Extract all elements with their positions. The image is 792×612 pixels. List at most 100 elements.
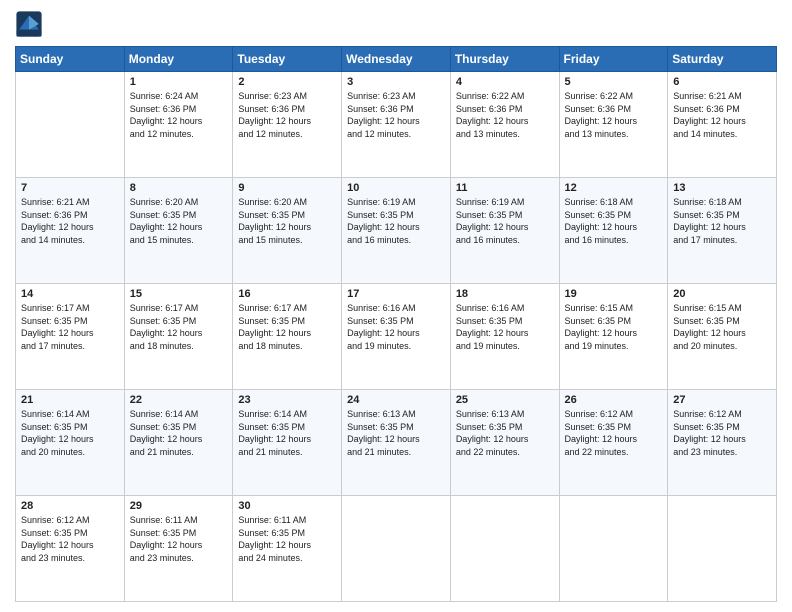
day-info: Sunrise: 6:14 AM Sunset: 6:35 PM Dayligh… xyxy=(21,408,119,458)
day-info: Sunrise: 6:19 AM Sunset: 6:35 PM Dayligh… xyxy=(456,196,554,246)
day-number: 22 xyxy=(130,394,228,406)
weekday-header: SundayMondayTuesdayWednesdayThursdayFrid… xyxy=(16,47,777,72)
day-number: 8 xyxy=(130,182,228,194)
day-cell: 19 Sunrise: 6:15 AM Sunset: 6:35 PM Dayli… xyxy=(559,284,668,390)
day-info: Sunrise: 6:15 AM Sunset: 6:35 PM Dayligh… xyxy=(673,302,771,352)
day-cell: 24Sunrise: 6:13 AM Sunset: 6:35 PM Dayli… xyxy=(342,390,451,496)
day-info: Sunrise: 6:23 AM Sunset: 6:36 PM Dayligh… xyxy=(347,90,445,140)
weekday-monday: Monday xyxy=(124,47,233,72)
day-cell: 18 Sunrise: 6:16 AM Sunset: 6:35 PM Dayli… xyxy=(450,284,559,390)
day-cell: 28 Sunrise: 6:12 AM Sunset: 6:35 PM Dayli… xyxy=(16,496,125,602)
day-cell: 1Sunrise: 6:24 AM Sunset: 6:36 PM Daylig… xyxy=(124,72,233,178)
day-info: Sunrise: 6:11 AM Sunset: 6:35 PM Dayligh… xyxy=(130,514,228,564)
day-info: Sunrise: 6:24 AM Sunset: 6:36 PM Dayligh… xyxy=(130,90,228,140)
day-number: 30 xyxy=(238,500,336,512)
day-cell: 14 Sunrise: 6:17 AM Sunset: 6:35 PM Dayli… xyxy=(16,284,125,390)
day-info: Sunrise: 6:22 AM Sunset: 6:36 PM Dayligh… xyxy=(565,90,663,140)
day-info: Sunrise: 6:19 AM Sunset: 6:35 PM Dayligh… xyxy=(347,196,445,246)
day-cell xyxy=(668,496,777,602)
day-info: Sunrise: 6:16 AM Sunset: 6:35 PM Dayligh… xyxy=(456,302,554,352)
week-row-4: 28 Sunrise: 6:12 AM Sunset: 6:35 PM Dayli… xyxy=(16,496,777,602)
day-cell: 25 Sunrise: 6:13 AM Sunset: 6:35 PM Dayli… xyxy=(450,390,559,496)
day-cell: 15Sunrise: 6:17 AM Sunset: 6:35 PM Dayli… xyxy=(124,284,233,390)
day-number: 17 xyxy=(347,288,445,300)
day-cell: 3 Sunrise: 6:23 AM Sunset: 6:36 PM Daylig… xyxy=(342,72,451,178)
day-cell: 4 Sunrise: 6:22 AM Sunset: 6:36 PM Daylig… xyxy=(450,72,559,178)
day-info: Sunrise: 6:23 AM Sunset: 6:36 PM Dayligh… xyxy=(238,90,336,140)
day-cell: 2 Sunrise: 6:23 AM Sunset: 6:36 PM Daylig… xyxy=(233,72,342,178)
day-info: Sunrise: 6:15 AM Sunset: 6:35 PM Dayligh… xyxy=(565,302,663,352)
day-cell: 30 Sunrise: 6:11 AM Sunset: 6:35 PM Dayli… xyxy=(233,496,342,602)
day-number: 19 xyxy=(565,288,663,300)
week-row-2: 14 Sunrise: 6:17 AM Sunset: 6:35 PM Dayli… xyxy=(16,284,777,390)
day-info: Sunrise: 6:13 AM Sunset: 6:35 PM Dayligh… xyxy=(347,408,445,458)
day-info: Sunrise: 6:18 AM Sunset: 6:35 PM Dayligh… xyxy=(673,196,771,246)
day-number: 23 xyxy=(238,394,336,406)
weekday-wednesday: Wednesday xyxy=(342,47,451,72)
day-info: Sunrise: 6:12 AM Sunset: 6:35 PM Dayligh… xyxy=(21,514,119,564)
day-cell: 23 Sunrise: 6:14 AM Sunset: 6:35 PM Dayli… xyxy=(233,390,342,496)
day-number: 16 xyxy=(238,288,336,300)
day-number: 26 xyxy=(565,394,663,406)
day-cell xyxy=(16,72,125,178)
day-cell: 10 Sunrise: 6:19 AM Sunset: 6:35 PM Dayli… xyxy=(342,178,451,284)
day-info: Sunrise: 6:21 AM Sunset: 6:36 PM Dayligh… xyxy=(673,90,771,140)
day-cell: 5 Sunrise: 6:22 AM Sunset: 6:36 PM Daylig… xyxy=(559,72,668,178)
day-number: 12 xyxy=(565,182,663,194)
day-info: Sunrise: 6:17 AM Sunset: 6:35 PM Dayligh… xyxy=(21,302,119,352)
day-info: Sunrise: 6:12 AM Sunset: 6:35 PM Dayligh… xyxy=(673,408,771,458)
week-row-3: 21 Sunrise: 6:14 AM Sunset: 6:35 PM Dayli… xyxy=(16,390,777,496)
weekday-friday: Friday xyxy=(559,47,668,72)
day-number: 21 xyxy=(21,394,119,406)
day-cell xyxy=(450,496,559,602)
day-info: Sunrise: 6:14 AM Sunset: 6:35 PM Dayligh… xyxy=(130,408,228,458)
day-number: 29 xyxy=(130,500,228,512)
day-number: 10 xyxy=(347,182,445,194)
day-info: Sunrise: 6:18 AM Sunset: 6:35 PM Dayligh… xyxy=(565,196,663,246)
day-number: 13 xyxy=(673,182,771,194)
day-number: 4 xyxy=(456,76,554,88)
day-cell: 29 Sunrise: 6:11 AM Sunset: 6:35 PM Dayli… xyxy=(124,496,233,602)
day-cell: 27Sunrise: 6:12 AM Sunset: 6:35 PM Dayli… xyxy=(668,390,777,496)
day-info: Sunrise: 6:17 AM Sunset: 6:35 PM Dayligh… xyxy=(130,302,228,352)
day-cell: 21 Sunrise: 6:14 AM Sunset: 6:35 PM Dayli… xyxy=(16,390,125,496)
day-number: 14 xyxy=(21,288,119,300)
day-number: 2 xyxy=(238,76,336,88)
day-cell: 7 Sunrise: 6:21 AM Sunset: 6:36 PM Daylig… xyxy=(16,178,125,284)
calendar: SundayMondayTuesdayWednesdayThursdayFrid… xyxy=(15,46,777,602)
day-number: 11 xyxy=(456,182,554,194)
day-number: 20 xyxy=(673,288,771,300)
day-cell xyxy=(342,496,451,602)
day-info: Sunrise: 6:14 AM Sunset: 6:35 PM Dayligh… xyxy=(238,408,336,458)
day-info: Sunrise: 6:20 AM Sunset: 6:35 PM Dayligh… xyxy=(130,196,228,246)
day-number: 28 xyxy=(21,500,119,512)
day-info: Sunrise: 6:16 AM Sunset: 6:35 PM Dayligh… xyxy=(347,302,445,352)
header xyxy=(15,10,777,38)
weekday-tuesday: Tuesday xyxy=(233,47,342,72)
day-info: Sunrise: 6:13 AM Sunset: 6:35 PM Dayligh… xyxy=(456,408,554,458)
day-cell: 11 Sunrise: 6:19 AM Sunset: 6:35 PM Dayli… xyxy=(450,178,559,284)
day-number: 18 xyxy=(456,288,554,300)
day-info: Sunrise: 6:22 AM Sunset: 6:36 PM Dayligh… xyxy=(456,90,554,140)
day-number: 3 xyxy=(347,76,445,88)
day-number: 9 xyxy=(238,182,336,194)
day-cell: 12 Sunrise: 6:18 AM Sunset: 6:35 PM Dayli… xyxy=(559,178,668,284)
logo-icon xyxy=(15,10,43,38)
day-cell: 6 Sunrise: 6:21 AM Sunset: 6:36 PM Daylig… xyxy=(668,72,777,178)
day-info: Sunrise: 6:21 AM Sunset: 6:36 PM Dayligh… xyxy=(21,196,119,246)
day-number: 5 xyxy=(565,76,663,88)
week-row-0: 1Sunrise: 6:24 AM Sunset: 6:36 PM Daylig… xyxy=(16,72,777,178)
day-cell: 9Sunrise: 6:20 AM Sunset: 6:35 PM Daylig… xyxy=(233,178,342,284)
day-cell: 16Sunrise: 6:17 AM Sunset: 6:35 PM Dayli… xyxy=(233,284,342,390)
day-number: 25 xyxy=(456,394,554,406)
week-row-1: 7 Sunrise: 6:21 AM Sunset: 6:36 PM Daylig… xyxy=(16,178,777,284)
calendar-body: 1Sunrise: 6:24 AM Sunset: 6:36 PM Daylig… xyxy=(16,72,777,602)
day-number: 6 xyxy=(673,76,771,88)
weekday-sunday: Sunday xyxy=(16,47,125,72)
day-cell: 8 Sunrise: 6:20 AM Sunset: 6:35 PM Daylig… xyxy=(124,178,233,284)
day-number: 7 xyxy=(21,182,119,194)
day-cell: 22 Sunrise: 6:14 AM Sunset: 6:35 PM Dayli… xyxy=(124,390,233,496)
day-info: Sunrise: 6:11 AM Sunset: 6:35 PM Dayligh… xyxy=(238,514,336,564)
weekday-thursday: Thursday xyxy=(450,47,559,72)
day-cell: 26Sunrise: 6:12 AM Sunset: 6:35 PM Dayli… xyxy=(559,390,668,496)
